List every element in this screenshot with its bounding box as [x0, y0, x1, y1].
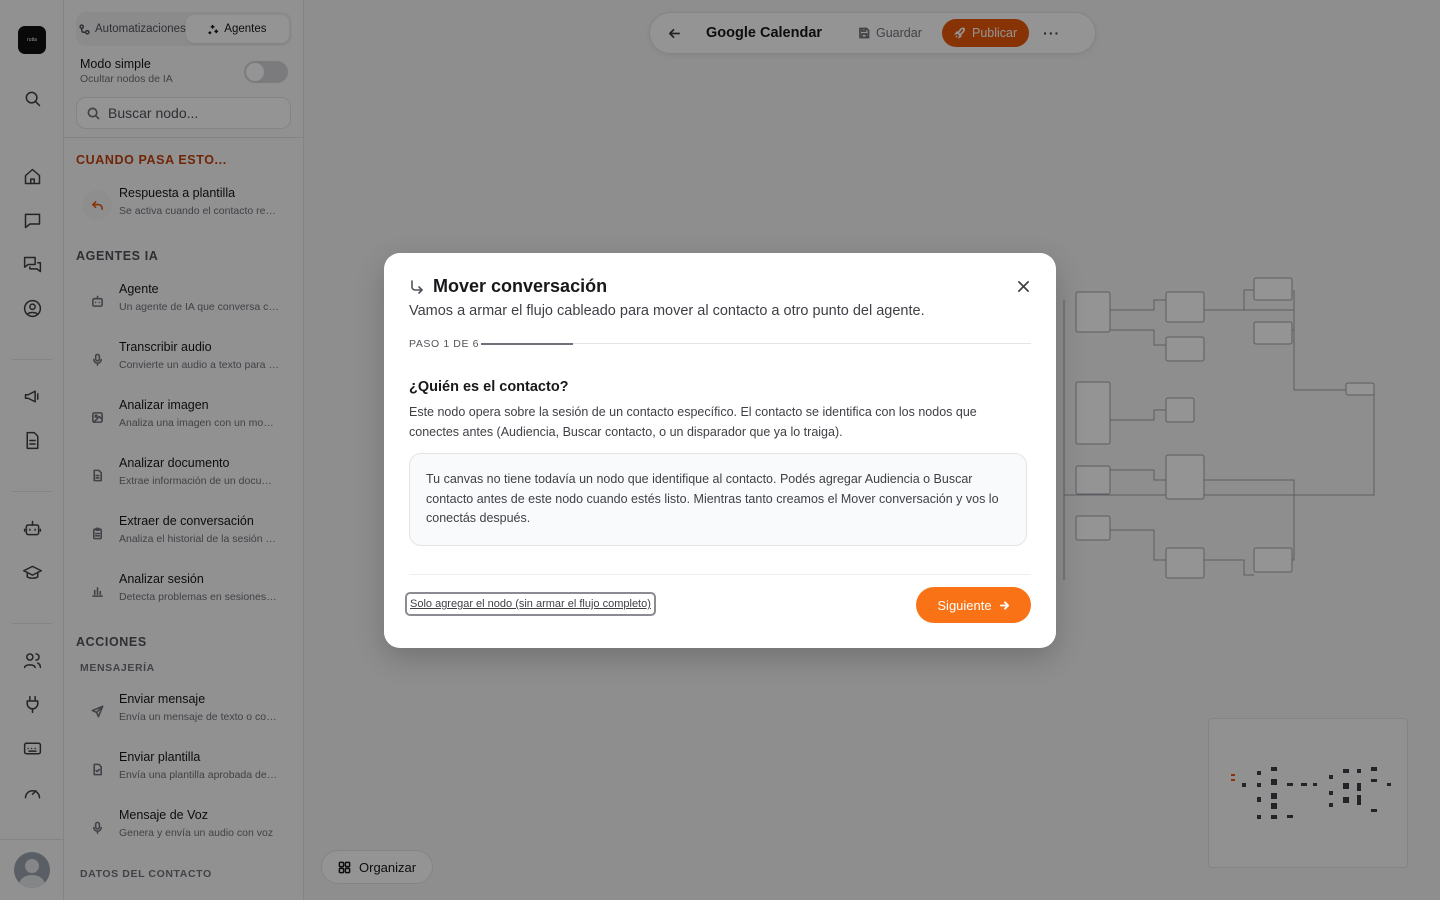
step-progress-bar [481, 342, 1031, 345]
step-progress-fill [481, 342, 573, 345]
dialog-footer-divider [409, 574, 1031, 575]
step-question: ¿Quién es el contacto? [409, 379, 569, 395]
dialog-header: Mover conversación [409, 276, 607, 297]
step-description: Este nodo opera sobre la sesión de un co… [409, 405, 977, 439]
dialog-title: Mover conversación [433, 276, 608, 296]
move-conversation-dialog: Mover conversación Vamos a armar el fluj… [384, 253, 1056, 648]
next-button[interactable]: Siguiente [916, 587, 1031, 623]
dialog-subtitle: Vamos a armar el flujo cableado para mov… [409, 303, 925, 319]
close-icon[interactable] [1014, 277, 1032, 295]
skip-flow-link[interactable]: Solo agregar el nodo (sin armar el flujo… [405, 592, 656, 616]
step-indicator: PASO 1 DE 6 [409, 338, 480, 350]
arrow-right-icon [999, 600, 1009, 610]
next-label: Siguiente [937, 597, 992, 613]
corner-down-right-icon [411, 279, 423, 294]
info-note: Tu canvas no tiene todavía un nodo que i… [409, 453, 1027, 546]
